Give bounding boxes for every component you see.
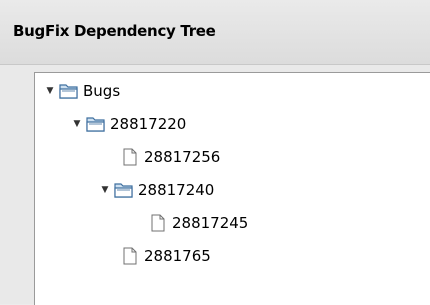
tree-node-28817245[interactable]: 28817245 xyxy=(148,213,248,233)
expand-toggle-icon[interactable]: ▼ xyxy=(44,85,56,97)
tree-node-label: 28817240 xyxy=(138,181,215,199)
title-bar: BugFix Dependency Tree xyxy=(0,0,430,65)
expand-toggle-icon[interactable]: ▼ xyxy=(71,118,83,130)
file-icon xyxy=(148,214,168,232)
tree-node-label: Bugs xyxy=(83,82,121,100)
file-icon xyxy=(120,148,140,166)
tree-node-28817240[interactable]: ▼ 28817240 xyxy=(99,180,215,200)
folder-open-icon xyxy=(86,115,106,133)
tree-node-28817220[interactable]: ▼ 28817220 xyxy=(71,114,187,134)
window-title: BugFix Dependency Tree xyxy=(13,22,216,40)
expand-toggle-icon[interactable]: ▼ xyxy=(99,184,111,196)
tree-node-label: 28817245 xyxy=(172,214,249,232)
tree-node-label: 2881765 xyxy=(144,247,211,265)
tree-node-label: 28817256 xyxy=(144,148,221,166)
folder-open-icon xyxy=(59,82,79,100)
folder-open-icon xyxy=(114,181,134,199)
tree-node-label: 28817220 xyxy=(110,115,187,133)
tree-node-2881765[interactable]: 2881765 xyxy=(120,246,211,266)
file-icon xyxy=(120,247,140,265)
tree-node-bugs[interactable]: ▼ Bugs xyxy=(44,81,121,101)
dependency-tree[interactable]: ▼ Bugs ▼ 28817220 28817256 ▼ 28817240 28… xyxy=(34,72,430,305)
tree-node-28817256[interactable]: 28817256 xyxy=(120,147,220,167)
